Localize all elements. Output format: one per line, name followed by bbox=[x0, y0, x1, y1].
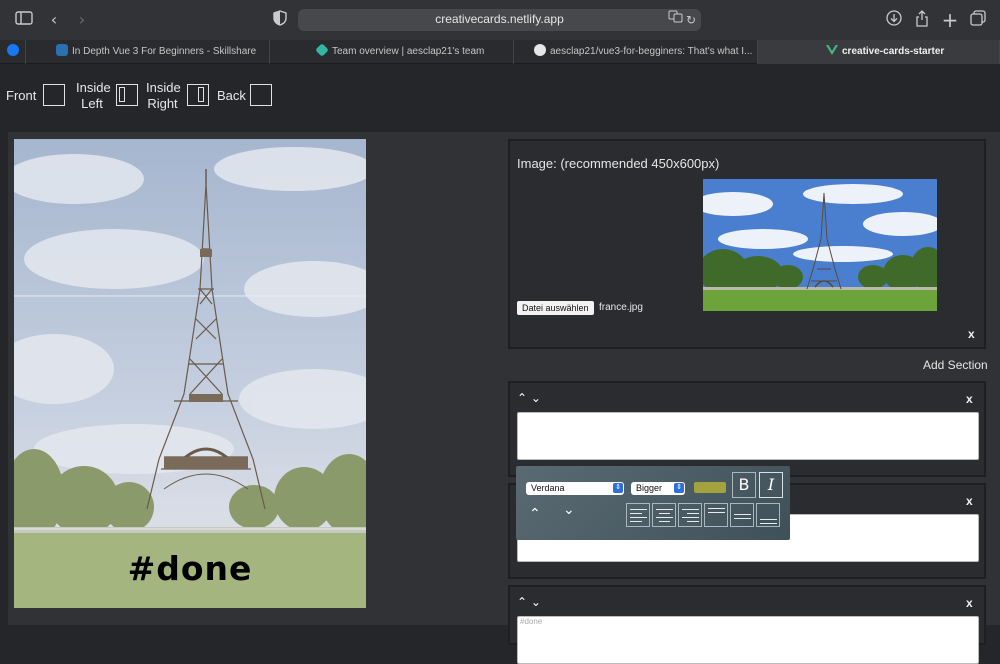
align-left-button[interactable] bbox=[626, 503, 650, 527]
card-preview: #done bbox=[14, 139, 366, 608]
valign-top-button[interactable] bbox=[704, 503, 728, 527]
image-section: Image: (recommended 450x600px) Datei aus… bbox=[508, 139, 986, 349]
inside-right-label: Inside Right bbox=[146, 80, 181, 111]
section-text-input[interactable] bbox=[517, 412, 979, 460]
remove-image-section-button[interactable]: x bbox=[968, 327, 975, 341]
remove-section-button[interactable]: x bbox=[966, 596, 973, 610]
move-down-icon[interactable]: ⌄ bbox=[563, 502, 575, 518]
download-icon[interactable] bbox=[884, 10, 904, 30]
tab-overview-icon[interactable] bbox=[968, 10, 988, 30]
front-page-button[interactable] bbox=[43, 84, 65, 106]
font-family-value: Verdana bbox=[531, 483, 565, 493]
browser-toolbar: ‹ › creativecards.netlify.app ↻ + bbox=[0, 0, 1000, 40]
select-caret-icon: ⇕ bbox=[613, 483, 623, 493]
text-format-popup: Verdana ⇕ Bigger ⇕ B I ⌃ ⌄ bbox=[516, 466, 790, 540]
reload-icon[interactable]: ↻ bbox=[681, 10, 701, 30]
text-section-3: ⌃ ⌄ x #done bbox=[508, 585, 986, 664]
bold-button[interactable]: B bbox=[732, 472, 756, 498]
forward-icon[interactable]: › bbox=[72, 10, 92, 30]
choose-file-button[interactable]: Datei auswählen bbox=[517, 301, 594, 315]
card-text: #done bbox=[127, 549, 253, 588]
file-name: france.jpg bbox=[599, 302, 643, 313]
move-up-icon[interactable]: ⌃ bbox=[529, 506, 541, 522]
github-icon bbox=[534, 44, 546, 56]
back-page-button[interactable] bbox=[250, 84, 272, 106]
image-section-title: Image: (recommended 450x600px) bbox=[517, 156, 720, 171]
add-section-button[interactable]: Add Section bbox=[923, 358, 988, 372]
align-center-button[interactable] bbox=[652, 503, 676, 527]
inside-left-label: Inside Left bbox=[76, 80, 111, 111]
image-thumbnail bbox=[703, 179, 937, 311]
address-bar[interactable]: creativecards.netlify.app ↻ bbox=[298, 9, 701, 31]
tab-github-repo[interactable]: aesclap21/vue3-for-begginers: That's wha… bbox=[514, 40, 758, 64]
move-arrows: ⌃ ⌄ bbox=[517, 595, 541, 609]
remove-section-button[interactable]: x bbox=[966, 392, 973, 406]
card-background-image bbox=[14, 139, 366, 608]
text-section-1: ⌃ ⌄ x bbox=[508, 381, 986, 477]
valign-bottom-button[interactable] bbox=[756, 503, 780, 527]
tab-label: In Depth Vue 3 For Beginners - Skillshar… bbox=[72, 46, 257, 57]
remove-section-button[interactable]: x bbox=[966, 494, 973, 508]
move-up-icon[interactable]: ⌃ bbox=[517, 391, 527, 405]
new-tab-icon[interactable]: + bbox=[940, 10, 960, 30]
shield-icon[interactable] bbox=[270, 10, 290, 30]
tab-label: creative-cards-starter bbox=[842, 46, 945, 57]
section-text-input[interactable]: #done bbox=[517, 616, 979, 664]
card-page-nav: Front Inside Left Inside Right Back bbox=[0, 64, 1000, 130]
italic-button[interactable]: I bbox=[759, 472, 783, 498]
netlify-icon bbox=[315, 43, 329, 57]
align-right-button[interactable] bbox=[678, 503, 702, 527]
tab-pinned-facebook[interactable] bbox=[0, 40, 26, 64]
select-caret-icon: ⇕ bbox=[674, 483, 684, 493]
tab-bar: In Depth Vue 3 For Beginners - Skillshar… bbox=[0, 40, 1000, 64]
back-icon[interactable]: ‹ bbox=[44, 10, 64, 30]
skillshare-icon bbox=[56, 44, 68, 56]
tab-creative-cards[interactable]: creative-cards-starter bbox=[758, 40, 1000, 64]
tab-label: Team overview | aesclap21's team bbox=[332, 46, 485, 57]
font-size-value: Bigger bbox=[636, 483, 663, 493]
move-arrows: ⌃ ⌄ bbox=[517, 391, 541, 405]
inside-right-page-button[interactable] bbox=[187, 84, 209, 106]
valign-middle-button[interactable] bbox=[730, 503, 754, 527]
tab-label: aesclap21/vue3-for-begginers: That's wha… bbox=[550, 46, 753, 57]
move-down-icon[interactable]: ⌄ bbox=[531, 595, 541, 609]
tab-team-overview[interactable]: Team overview | aesclap21's team bbox=[270, 40, 514, 64]
move-down-icon[interactable]: ⌄ bbox=[531, 391, 541, 405]
move-up-icon[interactable]: ⌃ bbox=[517, 595, 527, 609]
font-family-select[interactable]: Verdana ⇕ bbox=[526, 482, 624, 495]
vue-icon bbox=[826, 42, 838, 55]
sidebar-icon[interactable] bbox=[14, 10, 34, 30]
front-label: Front bbox=[6, 88, 37, 103]
inside-left-page-button[interactable] bbox=[116, 84, 138, 106]
share-icon[interactable] bbox=[912, 10, 932, 30]
url-text: creativecards.netlify.app bbox=[435, 12, 564, 26]
text-color-picker[interactable] bbox=[694, 482, 726, 493]
tab-skillshare[interactable]: In Depth Vue 3 For Beginners - Skillshar… bbox=[26, 40, 270, 64]
back-label: Back bbox=[217, 88, 246, 103]
font-size-select[interactable]: Bigger ⇕ bbox=[631, 482, 685, 495]
facebook-icon bbox=[7, 44, 19, 56]
